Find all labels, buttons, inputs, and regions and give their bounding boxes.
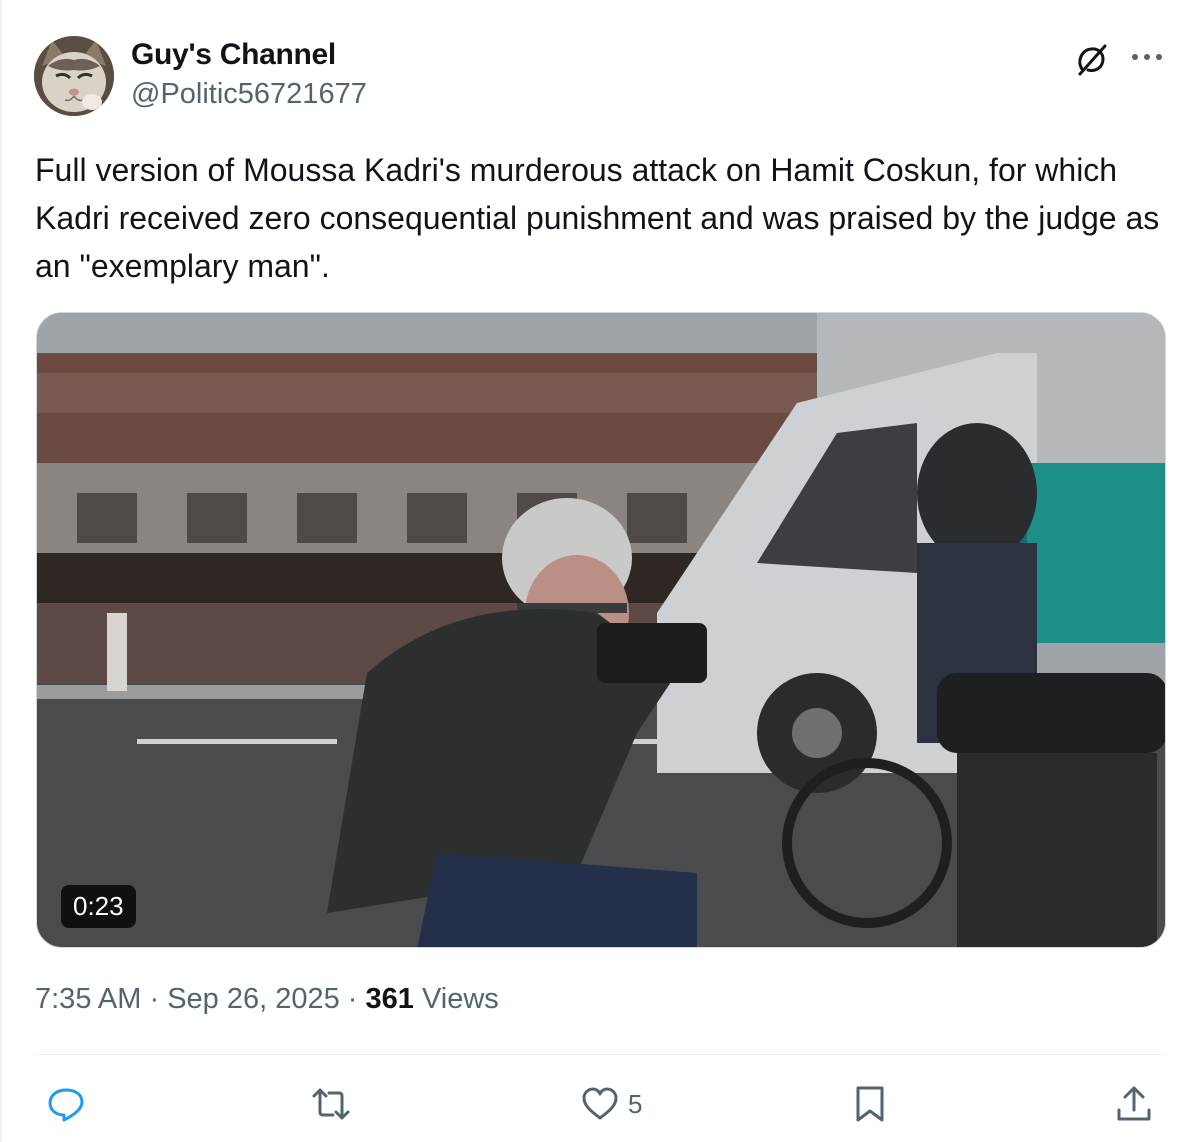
share-button[interactable] — [1114, 1082, 1154, 1126]
like-count: 5 — [628, 1088, 643, 1119]
video-player[interactable]: 0:23 — [36, 312, 1166, 948]
video-duration-badge: 0:23 — [61, 885, 136, 928]
meta-separator: · — [141, 983, 168, 1015]
grok-icon[interactable] — [1074, 42, 1110, 78]
retweet-button[interactable] — [311, 1082, 359, 1126]
meta-separator-2: · — [339, 983, 366, 1015]
share-icon — [1117, 1086, 1151, 1121]
views-label: Views — [421, 983, 499, 1015]
left-frame-border — [0, 0, 2, 1142]
tweet-time[interactable]: 7:35 AM — [35, 983, 141, 1015]
retweet-icon — [312, 1088, 350, 1120]
reply-icon — [48, 1088, 84, 1122]
like-button[interactable]: 5 — [580, 1082, 642, 1126]
more-icon[interactable] — [1128, 42, 1166, 72]
reply-button[interactable] — [46, 1082, 94, 1126]
bookmark-icon — [856, 1086, 884, 1122]
tweet-date[interactable]: Sep 26, 2025 — [167, 983, 340, 1015]
bookmark-button[interactable] — [850, 1082, 898, 1126]
cat-avatar-icon — [34, 36, 114, 116]
divider — [35, 1054, 1166, 1055]
avatar[interactable] — [34, 36, 114, 116]
author-display-name[interactable]: Guy's Channel — [131, 38, 336, 72]
tweet-text: Full version of Moussa Kadri's murderous… — [35, 152, 1160, 284]
views-count: 361 — [365, 983, 414, 1015]
tweet-meta: 7:35 AM · Sep 26, 2025 · 361 Views — [35, 983, 499, 1016]
author-handle[interactable]: @Politic56721677 — [131, 78, 367, 111]
video-frame — [37, 313, 1165, 947]
like-icon — [582, 1087, 618, 1120]
